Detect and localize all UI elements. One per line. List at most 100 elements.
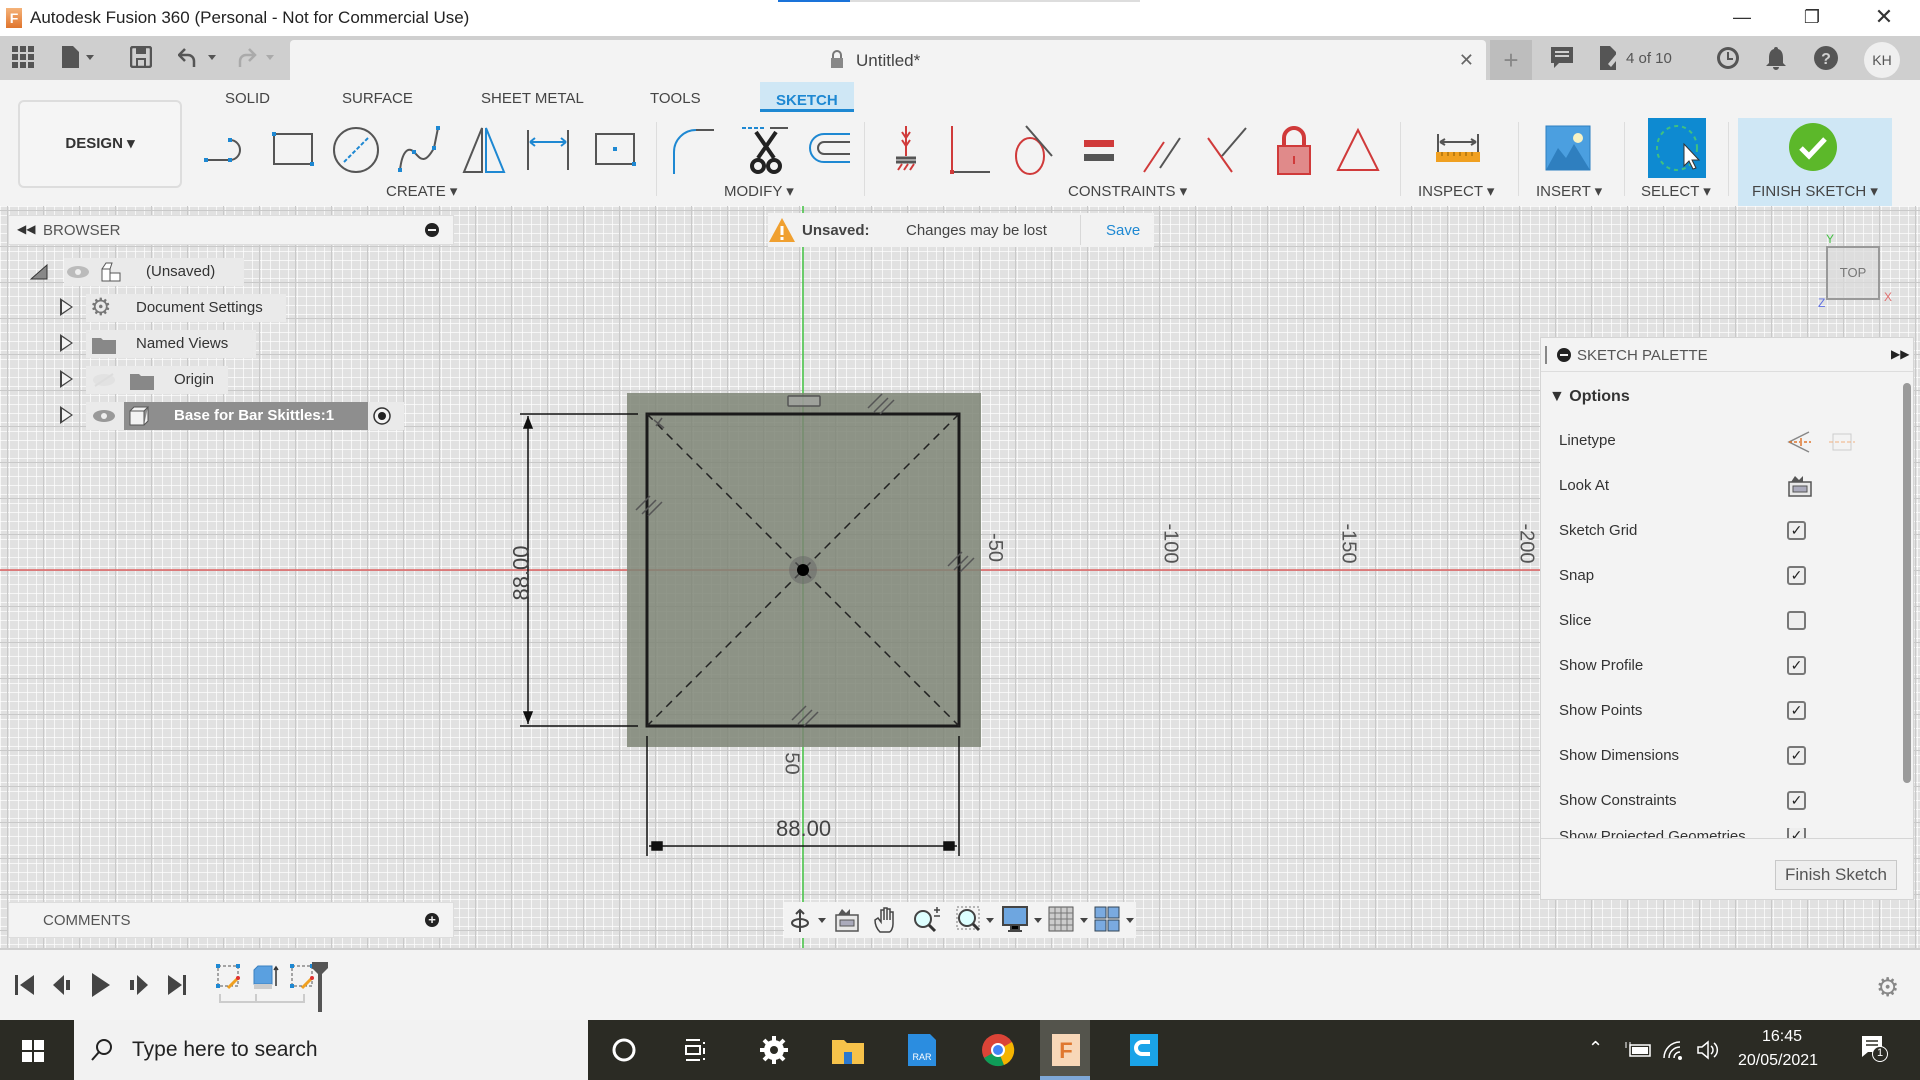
windows-start-icon[interactable] bbox=[22, 1040, 44, 1062]
perpendicular-constraint-icon[interactable] bbox=[1202, 122, 1254, 178]
grid-settings-icon[interactable] bbox=[1048, 906, 1090, 934]
file-menu-icon[interactable] bbox=[62, 46, 98, 74]
centerline-linetype-icon[interactable] bbox=[1829, 430, 1855, 454]
browser-item-root[interactable]: (Unsaved) bbox=[30, 258, 430, 286]
notifications-bell-icon[interactable] bbox=[1765, 46, 1787, 76]
equal-constraint-icon[interactable] bbox=[1074, 122, 1126, 178]
timeline-extrude-feature-icon[interactable] bbox=[252, 964, 280, 996]
save-link[interactable]: Save bbox=[1106, 222, 1140, 239]
settings-gear-icon[interactable] bbox=[756, 1032, 792, 1068]
browser-item-base-for-bar-skittles[interactable]: Base for Bar Skittles:1 bbox=[60, 402, 460, 430]
expand-arrow-icon[interactable] bbox=[60, 298, 73, 316]
trim-tool-icon[interactable] bbox=[740, 122, 792, 178]
fillet-tool-icon[interactable] bbox=[670, 122, 722, 178]
create-group-menu[interactable]: CREATE ▾ bbox=[386, 182, 457, 200]
measure-tool-icon[interactable] bbox=[1432, 122, 1484, 178]
show-constraints-checkbox[interactable]: ✓ bbox=[1787, 791, 1806, 810]
active-component-radio-icon[interactable] bbox=[372, 406, 392, 426]
viewcube[interactable]: TOP bbox=[1826, 246, 1880, 300]
sketch-grid-checkbox[interactable]: ✓ bbox=[1787, 521, 1806, 540]
save-icon[interactable] bbox=[129, 45, 153, 74]
insert-image-icon[interactable] bbox=[1542, 122, 1594, 178]
pan-hand-icon[interactable] bbox=[874, 906, 900, 934]
zoom-icon[interactable] bbox=[912, 906, 942, 934]
expand-arrow-icon[interactable] bbox=[60, 406, 73, 424]
grid-apps-icon[interactable] bbox=[12, 46, 34, 74]
look-at-icon[interactable] bbox=[1787, 474, 1813, 498]
show-dimensions-checkbox[interactable]: ✓ bbox=[1787, 746, 1806, 765]
chrome-icon[interactable] bbox=[980, 1032, 1016, 1068]
tab-tools[interactable]: TOOLS bbox=[650, 90, 701, 107]
redo-icon[interactable] bbox=[236, 46, 280, 74]
action-center-icon[interactable]: 1 bbox=[1860, 1034, 1888, 1062]
slice-checkbox[interactable] bbox=[1787, 611, 1806, 630]
viewports-icon[interactable] bbox=[1094, 906, 1136, 934]
show-profile-checkbox[interactable]: ✓ bbox=[1787, 656, 1806, 675]
timeline-sketch-feature-icon[interactable] bbox=[216, 964, 244, 996]
finish-sketch-menu[interactable]: FINISH SKETCH ▾ bbox=[1752, 182, 1878, 200]
constraints-group-menu[interactable]: CONSTRAINTS ▾ bbox=[1068, 182, 1187, 200]
snap-checkbox[interactable]: ✓ bbox=[1787, 566, 1806, 585]
task-view-icon[interactable] bbox=[678, 1032, 714, 1068]
inspect-group-menu[interactable]: INSPECT ▾ bbox=[1418, 182, 1494, 200]
browser-item-document-settings[interactable]: ⚙ Document Settings bbox=[60, 294, 460, 322]
clock-time[interactable]: 16:45 bbox=[1762, 1028, 1802, 1046]
point-tool-icon[interactable] bbox=[590, 122, 642, 178]
document-tab[interactable]: Untitled* ✕ bbox=[290, 40, 1486, 80]
cura-app-icon[interactable] bbox=[1126, 1032, 1162, 1068]
orbit-icon[interactable] bbox=[790, 908, 828, 934]
insert-group-menu[interactable]: INSERT ▾ bbox=[1536, 182, 1602, 200]
fusion-360-taskbar-icon[interactable]: F bbox=[1048, 1032, 1084, 1068]
battery-icon[interactable] bbox=[1624, 1042, 1652, 1058]
tab-sheet-metal[interactable]: SHEET METAL bbox=[481, 90, 584, 107]
center-point[interactable] bbox=[797, 564, 809, 576]
close-window-button[interactable]: ✕ bbox=[1854, 0, 1914, 36]
select-tool-icon[interactable] bbox=[1648, 118, 1706, 178]
palette-scrollbar[interactable] bbox=[1903, 383, 1911, 783]
job-status-count[interactable]: 4 of 10 bbox=[1626, 50, 1672, 67]
visibility-eye-icon[interactable] bbox=[66, 264, 90, 280]
expanded-triangle-icon[interactable] bbox=[30, 264, 48, 280]
timeline-settings-gear-icon[interactable]: ⚙ bbox=[1876, 972, 1899, 1003]
tab-solid[interactable]: SOLID bbox=[225, 90, 270, 107]
options-section-toggle[interactable]: ▼ Options bbox=[1549, 388, 1630, 406]
play-icon[interactable] bbox=[90, 972, 112, 998]
tangent-constraint-icon[interactable] bbox=[1008, 122, 1060, 178]
select-group-menu[interactable]: SELECT ▾ bbox=[1641, 182, 1711, 200]
offset-tool-icon[interactable] bbox=[800, 122, 852, 178]
expand-arrow-icon[interactable] bbox=[60, 370, 73, 388]
hidden-eye-icon[interactable] bbox=[92, 372, 116, 388]
volume-icon[interactable] bbox=[1696, 1040, 1722, 1060]
minimize-button[interactable]: — bbox=[1712, 0, 1772, 36]
go-to-start-icon[interactable] bbox=[14, 974, 36, 996]
rectangle-tool-icon[interactable] bbox=[266, 122, 318, 178]
finish-sketch-button[interactable]: Finish Sketch bbox=[1775, 860, 1897, 890]
cortana-icon[interactable] bbox=[606, 1032, 642, 1068]
browser-pin-icon[interactable] bbox=[425, 223, 439, 237]
circle-tool-icon[interactable] bbox=[330, 122, 382, 178]
finish-sketch-check-icon[interactable] bbox=[1788, 122, 1838, 172]
tab-surface[interactable]: SURFACE bbox=[342, 90, 413, 107]
workspace-switcher[interactable]: DESIGN ▾ bbox=[18, 100, 182, 188]
history-clock-icon[interactable] bbox=[1716, 46, 1740, 76]
modify-group-menu[interactable]: MODIFY ▾ bbox=[724, 182, 794, 200]
comments-icon[interactable] bbox=[1550, 46, 1574, 76]
job-status-icon[interactable] bbox=[1598, 46, 1622, 76]
fit-zoom-window-icon[interactable] bbox=[956, 906, 996, 934]
new-tab-button[interactable]: + bbox=[1490, 40, 1532, 80]
parallel-constraint-icon[interactable] bbox=[1138, 122, 1190, 178]
coincident-constraint-icon[interactable] bbox=[944, 122, 996, 178]
construction-linetype-icon[interactable] bbox=[1787, 430, 1813, 454]
clock-date[interactable]: 20/05/2021 bbox=[1738, 1052, 1818, 1070]
show-hidden-icons-chevron[interactable]: ⌃ bbox=[1588, 1038, 1603, 1059]
vertical-dimension-value[interactable]: 88.00 bbox=[509, 545, 535, 600]
drag-handle[interactable] bbox=[1545, 346, 1547, 364]
triangle-constraint-icon[interactable] bbox=[1332, 122, 1384, 178]
fix-constraint-icon[interactable] bbox=[880, 122, 932, 178]
dimension-tool-icon[interactable] bbox=[522, 122, 574, 178]
expand-arrow-icon[interactable] bbox=[60, 334, 73, 352]
spline-tool-icon[interactable] bbox=[394, 122, 446, 178]
undo-icon[interactable] bbox=[177, 46, 222, 74]
add-comment-icon[interactable]: + bbox=[425, 913, 439, 927]
taskbar-search[interactable]: Type here to search bbox=[74, 1020, 588, 1080]
